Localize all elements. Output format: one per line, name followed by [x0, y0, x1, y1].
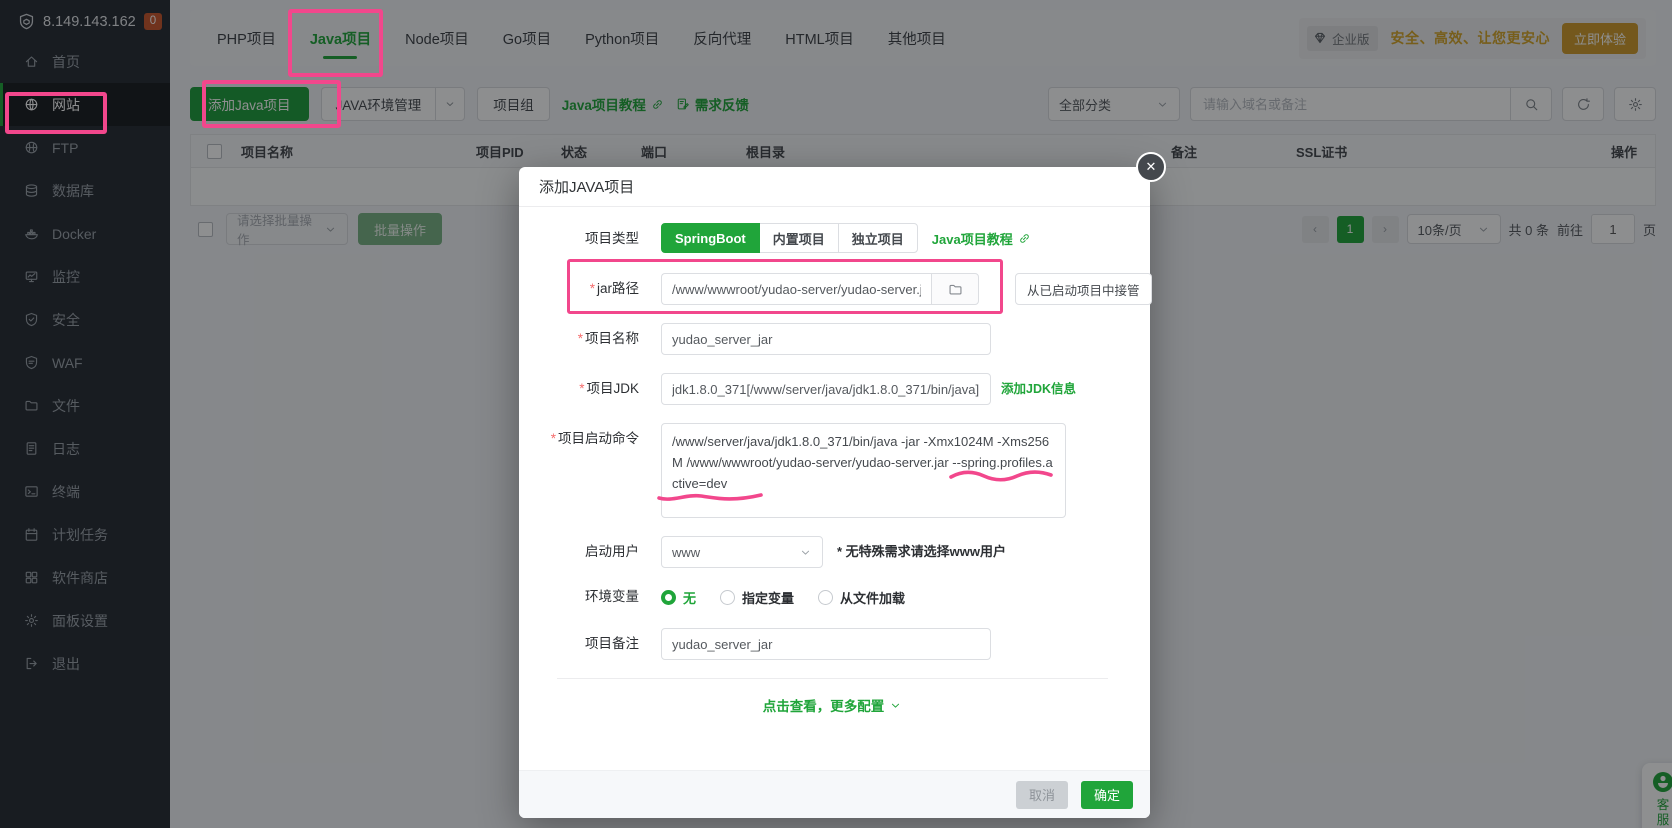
field-label: *jar路径	[539, 273, 639, 305]
modal-java-tutorial-link[interactable]: Java项目教程	[932, 229, 1031, 248]
project-jdk-input[interactable]	[661, 373, 991, 405]
chevron-down-icon	[889, 699, 902, 712]
modal-body: 项目类型 SpringBoot 内置项目 独立项目 Java项目教程 *jar路…	[519, 207, 1150, 715]
modal-footer: 取消 确定	[519, 770, 1150, 818]
type-option-standalone[interactable]: 独立项目	[838, 223, 918, 253]
radio-dot	[818, 590, 833, 605]
folder-icon	[948, 282, 963, 297]
field-label: *项目JDK	[539, 373, 639, 405]
modal-close-button[interactable]: ✕	[1136, 152, 1166, 182]
required-asterisk: *	[590, 281, 595, 296]
form-row-jar-path: *jar路径 从已启动项目中接管	[539, 273, 1126, 305]
radio-env-none[interactable]: 无	[661, 588, 696, 607]
field-label: 项目类型	[539, 223, 639, 255]
modal-divider	[557, 678, 1108, 679]
modal-header: 添加JAVA项目	[519, 167, 1150, 207]
required-asterisk: *	[578, 331, 583, 346]
confirm-button[interactable]: 确定	[1081, 781, 1133, 809]
more-config-link[interactable]: 点击查看，更多配置	[539, 695, 1126, 715]
close-icon: ✕	[1146, 159, 1157, 175]
field-label: *项目名称	[539, 323, 639, 355]
form-row-env-vars: 环境变量 无 指定变量 从文件加载	[539, 586, 1126, 608]
jar-path-input[interactable]	[661, 273, 931, 305]
field-label: 项目备注	[539, 628, 639, 660]
add-java-project-modal: ✕ 添加JAVA项目 项目类型 SpringBoot 内置项目 独立项目 Jav…	[519, 167, 1150, 818]
project-name-input[interactable]	[661, 323, 991, 355]
radio-dot	[661, 590, 676, 605]
chevron-down-icon	[799, 546, 812, 559]
form-row-start-command: *项目启动命令 /www/server/java/jdk1.8.0_371/bi…	[539, 423, 1126, 518]
field-label: 启动用户	[539, 536, 639, 568]
radio-env-from-file[interactable]: 从文件加载	[818, 588, 905, 607]
form-row-project-name: *项目名称	[539, 323, 1126, 355]
form-row-project-type: 项目类型 SpringBoot 内置项目 独立项目 Java项目教程	[539, 223, 1126, 255]
run-user-select[interactable]: www	[661, 536, 823, 568]
radio-dot	[720, 590, 735, 605]
form-row-run-user: 启动用户 www * 无特殊需求请选择www用户	[539, 536, 1126, 568]
takeover-running-project-button[interactable]: 从已启动项目中接管	[1015, 273, 1152, 305]
project-type-button-group: SpringBoot 内置项目 独立项目	[661, 223, 918, 253]
form-row-project-jdk: *项目JDK 添加JDK信息	[539, 373, 1126, 405]
run-user-hint: * 无特殊需求请选择www用户	[837, 536, 1006, 568]
field-label: *项目启动命令	[539, 423, 639, 455]
add-jdk-info-link[interactable]: 添加JDK信息	[1001, 373, 1076, 405]
link-icon	[1018, 232, 1031, 245]
required-asterisk: *	[579, 381, 584, 396]
env-vars-radio-group: 无 指定变量 从文件加载	[661, 586, 905, 608]
type-option-builtin[interactable]: 内置项目	[759, 223, 839, 253]
required-asterisk: *	[551, 431, 556, 446]
modal-title: 添加JAVA项目	[539, 176, 634, 197]
jar-path-input-group	[661, 273, 979, 305]
start-command-textarea[interactable]: /www/server/java/jdk1.8.0_371/bin/java -…	[661, 423, 1066, 518]
browse-folder-button[interactable]	[931, 273, 979, 305]
cancel-button[interactable]: 取消	[1016, 781, 1068, 809]
type-option-springboot[interactable]: SpringBoot	[661, 223, 760, 253]
field-label: 环境变量	[539, 586, 639, 608]
form-row-remark: 项目备注	[539, 628, 1126, 660]
radio-env-specify[interactable]: 指定变量	[720, 588, 794, 607]
project-remark-input[interactable]	[661, 628, 991, 660]
